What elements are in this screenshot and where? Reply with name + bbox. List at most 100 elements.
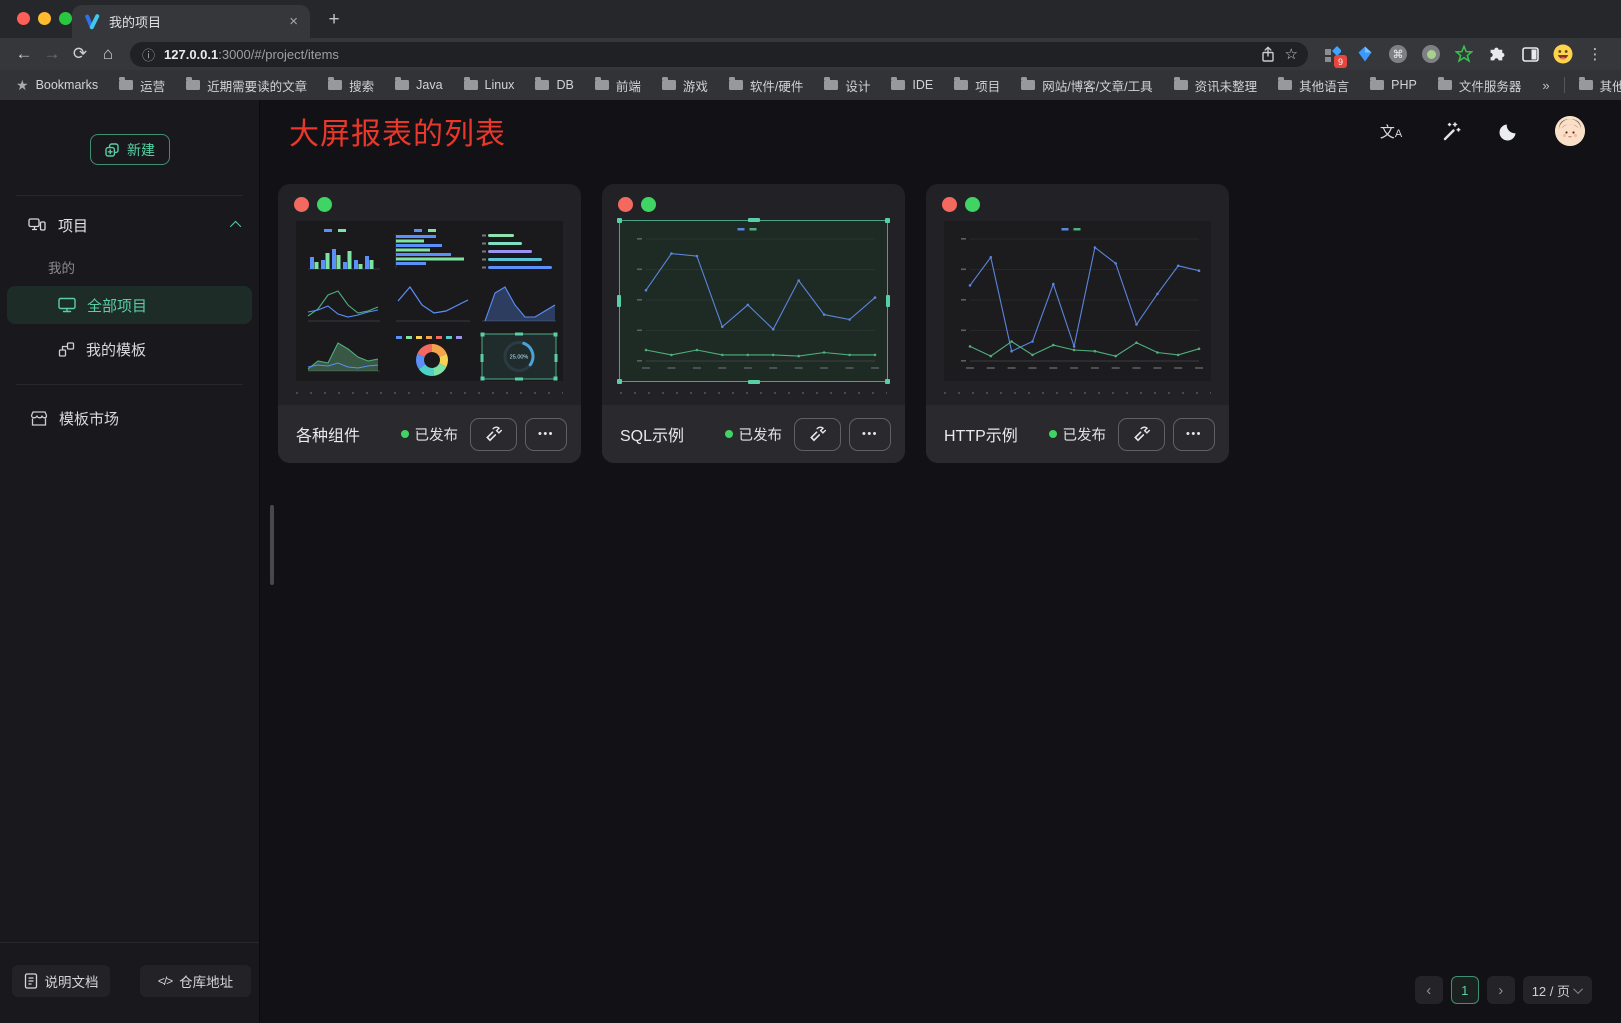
folder-icon: [662, 80, 676, 90]
edit-project-button[interactable]: [1118, 418, 1165, 451]
selection-handle: [748, 218, 760, 222]
profile-avatar-icon[interactable]: [1553, 44, 1573, 64]
code-icon: </>: [158, 974, 172, 988]
more-actions-button[interactable]: •••: [849, 418, 891, 451]
magic-wand-icon[interactable]: [1437, 118, 1463, 144]
current-page-button[interactable]: 1: [1451, 976, 1479, 1004]
bookmark-folder[interactable]: 搜索: [328, 76, 374, 95]
bookmark-folder[interactable]: 软件/硬件: [729, 76, 803, 95]
bookmarks-overflow-icon[interactable]: »: [1542, 78, 1549, 93]
extensions-puzzle-icon[interactable]: [1487, 44, 1507, 64]
bookmarks-manager[interactable]: ★Bookmarks: [16, 77, 98, 94]
bookmark-folder[interactable]: Linux: [464, 78, 515, 92]
card-dots: [926, 184, 1229, 212]
status-dot: [725, 430, 733, 438]
bookmark-folder[interactable]: IDE: [891, 78, 933, 92]
bookmark-folder[interactable]: 设计: [824, 76, 870, 95]
prev-page-button[interactable]: ‹: [1415, 976, 1443, 1004]
share-icon[interactable]: [1260, 46, 1276, 63]
tampermonkey-like-icon[interactable]: 9: [1322, 44, 1342, 64]
dashed-separator: [296, 392, 563, 394]
bookmark-folder[interactable]: 运营: [119, 76, 165, 95]
bookmark-folder[interactable]: 近期需要读的文章: [186, 76, 307, 95]
bookmarks-label: Bookmarks: [36, 78, 99, 92]
url-path: :3000/#/project/items: [218, 47, 339, 62]
bookmark-folder[interactable]: 其他语言: [1278, 76, 1349, 95]
bookmark-folder[interactable]: 资讯未整理: [1174, 76, 1258, 95]
minimize-window-button[interactable]: [38, 12, 51, 25]
language-icon[interactable]: 文A: [1378, 118, 1404, 144]
bookmark-folder[interactable]: 项目: [954, 76, 1000, 95]
folder-icon: [1579, 80, 1593, 90]
screens-icon: [28, 217, 46, 233]
browser-menu-icon[interactable]: ⋮: [1585, 45, 1605, 63]
edit-project-button[interactable]: [470, 418, 517, 451]
page-size-select[interactable]: 12 / 页: [1523, 976, 1592, 1004]
zoom-window-button[interactable]: [59, 12, 72, 25]
home-icon[interactable]: ⌂: [94, 40, 122, 68]
command-extension-icon[interactable]: ⌘: [1388, 44, 1408, 64]
card-footer: 各种组件 已发布 •••: [278, 405, 581, 463]
bookmark-folder[interactable]: PHP: [1370, 78, 1417, 92]
sidebar-group-label: 项目: [58, 215, 88, 236]
url-host: 127.0.0.1: [164, 47, 218, 62]
chevron-down-icon: [1573, 984, 1583, 994]
forward-icon[interactable]: →: [38, 40, 66, 68]
dark-mode-moon-icon[interactable]: [1496, 118, 1522, 144]
sidebar-item-all-projects[interactable]: 全部项目: [7, 286, 252, 324]
docs-button[interactable]: 说明文档: [12, 965, 110, 997]
folder-icon: [1021, 80, 1035, 90]
next-page-button[interactable]: ›: [1487, 976, 1515, 1004]
edit-project-button[interactable]: [794, 418, 841, 451]
red-dot: [942, 197, 957, 212]
project-card[interactable]: HTTP示例 已发布 •••: [926, 184, 1229, 463]
bookmark-folder[interactable]: 前端: [595, 76, 641, 95]
back-icon[interactable]: ←: [10, 40, 38, 68]
document-icon: [24, 973, 38, 989]
other-bookmarks[interactable]: 其他书签: [1579, 76, 1621, 95]
project-card[interactable]: SQL示例 已发布 •••: [602, 184, 905, 463]
browser-tab[interactable]: 我的项目 ×: [72, 5, 310, 38]
page-title: 大屏报表的列表: [289, 109, 506, 153]
divider: [0, 942, 259, 943]
site-info-icon[interactable]: ⓘ: [142, 45, 155, 64]
project-card[interactable]: 25.00% 各种组件 已发布 •••: [278, 184, 581, 463]
favicon: [84, 14, 100, 30]
tab-close-icon[interactable]: ×: [289, 14, 298, 29]
folder-icon: [1370, 80, 1384, 90]
side-panel-icon[interactable]: [1520, 44, 1540, 64]
chevron-up-icon[interactable]: [230, 221, 241, 232]
folder-icon: [328, 80, 342, 90]
folder-icon: [1174, 80, 1188, 90]
scrollbar-thumb[interactable]: [270, 505, 274, 585]
sidebar-item-my-templates[interactable]: 我的模板: [7, 330, 252, 368]
project-cards: 25.00% 各种组件 已发布 •••: [260, 162, 1621, 463]
more-actions-button[interactable]: •••: [1173, 418, 1215, 451]
sidebar-mine-label: 我的: [0, 254, 259, 280]
gem-extension-icon[interactable]: [1355, 44, 1375, 64]
bookmark-folder[interactable]: Java: [395, 78, 442, 92]
user-avatar[interactable]: [1555, 116, 1585, 146]
reload-icon[interactable]: ⟳: [66, 40, 94, 68]
bookmark-folder[interactable]: 文件服务器: [1438, 76, 1522, 95]
selection-handle: [885, 379, 890, 384]
bookmark-folder[interactable]: DB: [535, 78, 573, 92]
more-actions-button[interactable]: •••: [525, 418, 567, 451]
close-window-button[interactable]: [17, 12, 30, 25]
new-tab-button[interactable]: +: [322, 8, 346, 32]
address-bar[interactable]: ⓘ 127.0.0.1:3000/#/project/items ☆: [130, 42, 1308, 67]
bookmark-star-icon[interactable]: ☆: [1285, 45, 1298, 63]
url-text: 127.0.0.1:3000/#/project/items: [164, 47, 1251, 62]
sidebar-item-template-market[interactable]: 模板市场: [7, 399, 252, 437]
bookmark-folder[interactable]: 网站/博客/文章/工具: [1021, 76, 1152, 95]
bookmark-folder[interactable]: 游戏: [662, 76, 708, 95]
new-project-button[interactable]: 新建: [90, 134, 170, 165]
green-star-extension-icon[interactable]: [1454, 44, 1474, 64]
recorder-extension-icon[interactable]: [1421, 44, 1441, 64]
repo-button[interactable]: </> 仓库地址: [140, 965, 251, 997]
repo-label: 仓库地址: [179, 971, 233, 991]
sidebar-group-project[interactable]: 项目: [0, 196, 259, 254]
green-dot: [641, 197, 656, 212]
monitor-icon: [58, 297, 76, 313]
page-header: 大屏报表的列表 文A: [260, 100, 1621, 162]
